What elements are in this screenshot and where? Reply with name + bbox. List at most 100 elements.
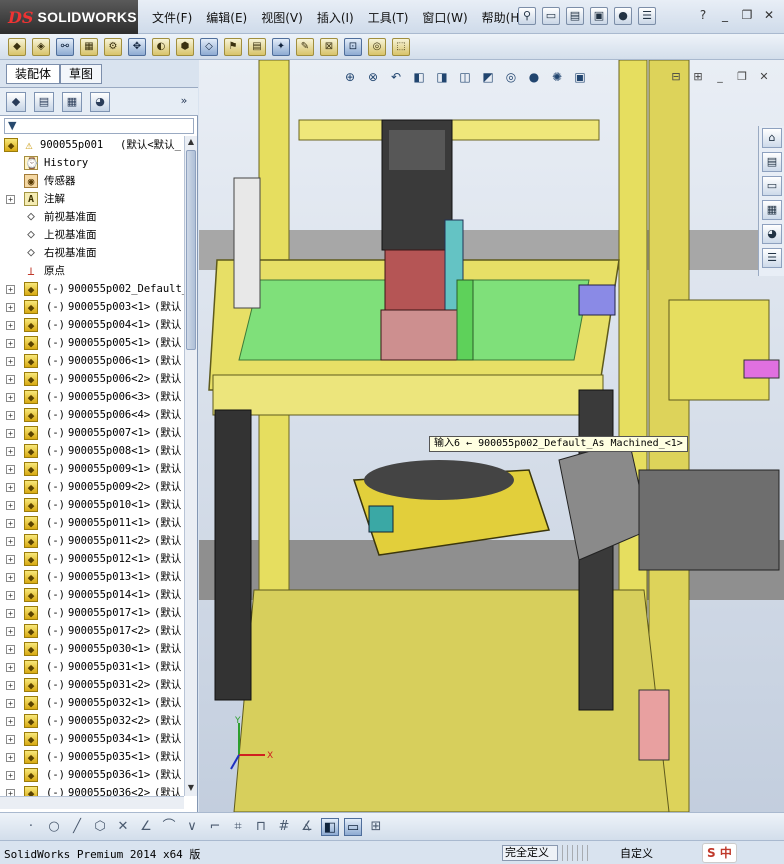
status-units[interactable]: 自定义 <box>620 845 653 861</box>
expand-toggle[interactable]: + <box>6 321 15 330</box>
tree-item-origin[interactable]: ⊥ 原点 <box>0 262 184 280</box>
offset-icon[interactable]: ∨ <box>183 818 201 836</box>
tree-item-component[interactable]: + ◆ (-) 900055p009<2> (默认 <box>0 478 184 496</box>
tree-item-component[interactable]: + ◆ (-) 900055p008<1> (默认 <box>0 442 184 460</box>
tree-item-annotations[interactable]: + A 注解 <box>0 190 184 208</box>
tree-item-right-plane[interactable]: ◇ 右视基准面 <box>0 244 184 262</box>
save-icon[interactable]: ▣ <box>590 7 608 25</box>
zoom-area-icon[interactable]: ⊗ <box>364 68 382 86</box>
expand-toggle[interactable]: + <box>6 555 15 564</box>
tree-item-component[interactable]: + ◆ (-) 900055p009<1> (默认 <box>0 460 184 478</box>
help-question-icon[interactable]: ? <box>694 8 712 24</box>
display-manager-icon[interactable]: ◕ <box>90 92 110 112</box>
exploded-view-icon[interactable]: ✦ <box>272 37 290 56</box>
point-icon[interactable]: · <box>22 818 40 836</box>
tree-item-component[interactable]: + ◆ (-) 900055p006<3> (默认 <box>0 388 184 406</box>
expand-toggle[interactable]: + <box>6 717 15 726</box>
expand-toggle[interactable]: + <box>6 195 15 204</box>
tree-item-component[interactable]: + ◆ (-) 900055p031<1> (默认 <box>0 658 184 676</box>
interference-detection-icon[interactable]: ⊠ <box>320 37 338 56</box>
angle-icon[interactable]: ∡ <box>298 818 316 836</box>
tree-item-front-plane[interactable]: ◇ 前视基准面 <box>0 208 184 226</box>
doc-restore-icon[interactable]: ❐ <box>734 70 750 84</box>
expand-toggle[interactable]: + <box>6 465 15 474</box>
expand-toggle[interactable]: + <box>6 285 15 294</box>
restore-button[interactable]: ❐ <box>738 8 756 24</box>
tree-item-component[interactable]: + ◆ (-) 900055p006<4> (默认 <box>0 406 184 424</box>
view-orientation-icon[interactable]: ◫ <box>456 68 474 86</box>
menu-edit[interactable]: 编辑(E) <box>206 9 247 26</box>
tree-horizontal-scrollbar[interactable] <box>0 796 184 809</box>
new-document-icon[interactable]: ▭ <box>542 7 560 25</box>
mate-icon[interactable]: ⚯ <box>56 37 74 56</box>
menu-file[interactable]: 文件(F) <box>152 9 192 26</box>
tree-item-component[interactable]: + ◆ (-) 900055p004<1> (默认 <box>0 316 184 334</box>
tree-item-top-plane[interactable]: ◇ 上视基准面 <box>0 226 184 244</box>
tree-item-component[interactable]: + ◆ (-) 900055p005<1> (默认 <box>0 334 184 352</box>
expand-toggle[interactable]: + <box>6 483 15 492</box>
tree-item-component[interactable]: + ◆ (-) 900055p030<1> (默认 <box>0 640 184 658</box>
tree-item-sensors[interactable]: ◉ 传感器 <box>0 172 184 190</box>
instant3d-icon[interactable]: ⬚ <box>392 37 410 56</box>
zoom-to-fit-icon[interactable]: ⊕ <box>341 68 359 86</box>
show-hidden-icon[interactable]: ◐ <box>152 37 170 56</box>
section-view-icon[interactable]: ◧ <box>410 68 428 86</box>
tree-item-component[interactable]: + ◆ (-) 900055p011<2> (默认 <box>0 532 184 550</box>
hole-alignment-icon[interactable]: ◎ <box>368 37 386 56</box>
dynamic-annotation-icon[interactable]: ◨ <box>433 68 451 86</box>
reference-geometry-icon[interactable]: ◇ <box>200 37 218 56</box>
rebuild-icon[interactable]: ● <box>614 7 632 25</box>
options-icon[interactable]: ☰ <box>638 7 656 25</box>
expand-toggle[interactable]: + <box>6 609 15 618</box>
fillet-icon[interactable]: ⌒ <box>160 818 178 836</box>
tab-assembly[interactable]: 装配体 <box>6 64 61 84</box>
expand-toggle[interactable]: + <box>6 393 15 402</box>
previous-view-icon[interactable]: ↶ <box>387 68 405 86</box>
view-settings-icon[interactable]: ▣ <box>571 68 589 86</box>
expand-toggle[interactable]: + <box>6 789 15 796</box>
expand-toggle[interactable]: + <box>6 411 15 420</box>
expand-toggle[interactable]: + <box>6 429 15 438</box>
doc-minimize-icon[interactable]: _ <box>712 70 728 84</box>
tree-item-component[interactable]: + ◆ (-) 900055p010<1> (默认 <box>0 496 184 514</box>
assembly-features-icon[interactable]: ⬢ <box>176 37 194 56</box>
view-palette-icon[interactable]: ▦ <box>762 200 782 220</box>
mirror-icon[interactable]: ⌗ <box>229 818 247 836</box>
menu-insert[interactable]: 插入(I) <box>317 9 354 26</box>
corner-rectangle-icon[interactable]: ⌐ <box>206 818 224 836</box>
scroll-down-arrow[interactable]: ▼ <box>186 783 196 795</box>
expand-toggle[interactable]: + <box>6 573 15 582</box>
solidworks-logo[interactable]: DS SOLIDWORKS <box>0 0 138 34</box>
tab-sketch[interactable]: 草图 <box>60 64 103 84</box>
tree-item-component[interactable]: + ◆ (-) 900055p032<2> (默认 <box>0 712 184 730</box>
ime-indicator[interactable]: S 中 <box>702 843 737 863</box>
menu-window[interactable]: 窗口(W) <box>422 9 467 26</box>
tree-item-component[interactable]: + ◆ (-) 900055p006<1> (默认 <box>0 352 184 370</box>
expand-toggle[interactable]: + <box>6 627 15 636</box>
expand-toggle[interactable]: + <box>6 591 15 600</box>
expand-toggle[interactable]: + <box>6 681 15 690</box>
centerline-icon[interactable]: ∠ <box>137 818 155 836</box>
menu-view[interactable]: 视图(V) <box>261 9 303 26</box>
open-folder-icon[interactable]: ▤ <box>566 7 584 25</box>
filter-icon[interactable]: ▼ <box>8 119 16 132</box>
expand-panel-icon[interactable]: » <box>174 92 194 112</box>
expand-toggle[interactable]: + <box>6 645 15 654</box>
four-view-icon[interactable]: ⊞ <box>367 818 385 836</box>
expand-toggle[interactable]: + <box>6 339 15 348</box>
tree-item-component[interactable]: + ◆ (-) 900055p017<1> (默认 <box>0 604 184 622</box>
tree-item-component[interactable]: + ◆ (-) 900055p031<2> (默认 <box>0 676 184 694</box>
expand-toggle[interactable]: + <box>6 375 15 384</box>
scrollbar-thumb[interactable] <box>186 150 196 350</box>
tree-item-component[interactable]: + ◆ (-) 900055p017<2> (默认 <box>0 622 184 640</box>
tree-item-component[interactable]: + ◆ (-) 900055p036<2> (默认 <box>0 784 184 796</box>
hide-show-items-icon[interactable]: ◎ <box>502 68 520 86</box>
expand-toggle[interactable]: + <box>6 753 15 762</box>
expand-toggle[interactable]: + <box>6 303 15 312</box>
tree-item-component[interactable]: + ◆ (-) 900055p013<1> (默认 <box>0 568 184 586</box>
clearance-verification-icon[interactable]: ⊡ <box>344 37 362 56</box>
minimize-button[interactable]: _ <box>716 8 734 24</box>
tree-item-component[interactable]: + ◆ (-) 900055p002_Default_ <box>0 280 184 298</box>
expand-toggle[interactable]: + <box>6 519 15 528</box>
tree-item-component[interactable]: + ◆ (-) 900055p011<1> (默认 <box>0 514 184 532</box>
